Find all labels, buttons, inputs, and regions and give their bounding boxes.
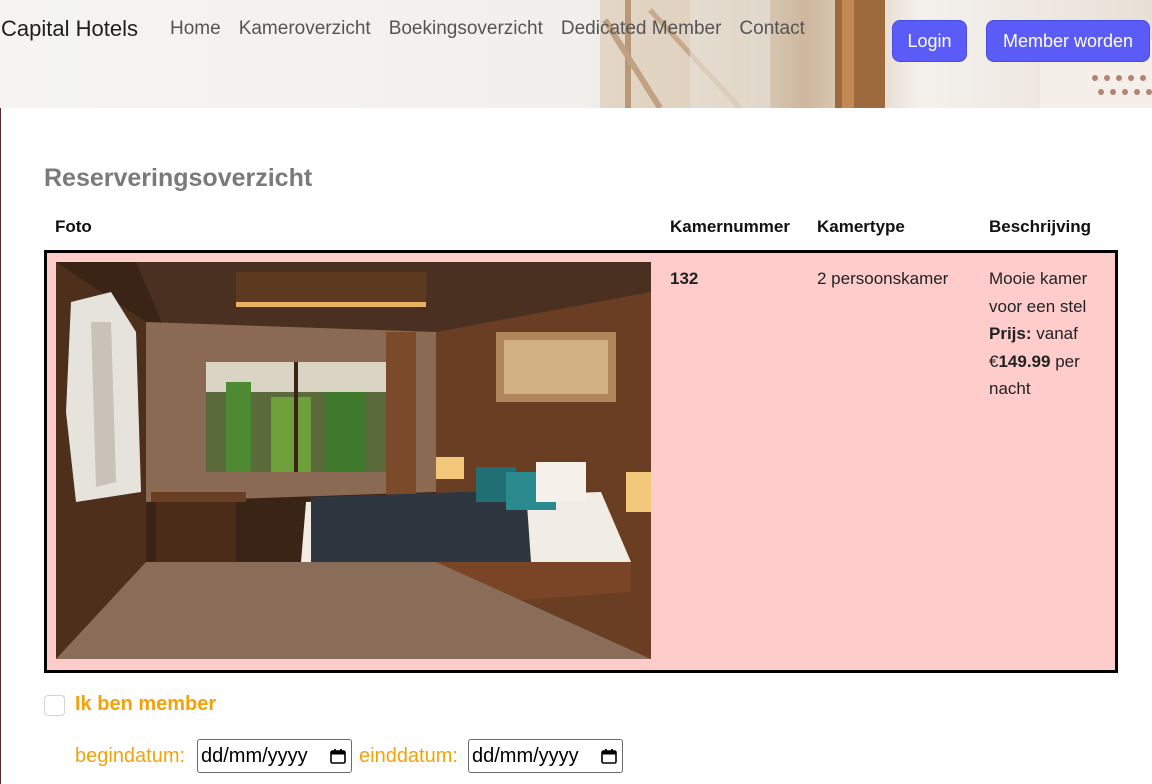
header-beschrijving: Beschrijving [989,217,1092,236]
member-worden-button[interactable]: Member worden [986,20,1150,62]
nav-kameroverzicht[interactable]: Kameroverzicht [239,18,371,40]
nav-boekingsoverzicht[interactable]: Boekingsoverzicht [389,18,543,40]
begindatum-placeholder: dd/mm/yyyy [201,744,308,767]
price-value: 149.99 [998,351,1051,371]
room-description: Mooie kamer voor een stel [989,269,1088,316]
header: Capital Hotels Home Kameroverzicht Boeki… [0,0,1152,108]
room-photo [56,262,651,659]
main-nav: Home Kameroverzicht Boekingsoverzicht De… [170,18,805,40]
login-button[interactable]: Login [892,20,967,62]
nav-home[interactable]: Home [170,18,221,40]
header-foto: Foto [55,217,92,236]
page-title: Reserveringsoverzicht [44,164,313,192]
begindatum-input[interactable]: dd/mm/yyyy [197,739,352,773]
calendar-icon[interactable] [601,748,617,764]
price-label: Prijs: [989,324,1032,343]
member-checkbox[interactable] [44,695,65,716]
brand-logo-text[interactable]: Capital Hotels [1,16,138,42]
room-description-cell: Mooie kamer voor een stel Prijs: vanaf €… [989,265,1107,403]
table-row: 132 2 persoonskamer Mooie kamer voor een… [44,250,1118,673]
einddatum-input[interactable]: dd/mm/yyyy [468,739,623,773]
nav-contact[interactable]: Contact [739,18,804,40]
begindatum-label: begindatum: [75,745,186,767]
room-type: 2 persoonskamer [817,269,949,288]
header-kamernummer: Kamernummer [670,217,790,236]
einddatum-label: einddatum: [359,745,458,767]
header-kamertype: Kamertype [817,217,905,236]
price-from: vanaf [1036,324,1078,343]
member-label[interactable]: Ik ben member [75,693,216,716]
einddatum-placeholder: dd/mm/yyyy [472,744,579,767]
header-background-image [600,0,1152,108]
room-number: 132 [670,269,699,288]
page-left-border [0,0,1,784]
nav-dedicated-member[interactable]: Dedicated Member [561,18,722,40]
calendar-icon[interactable] [330,748,346,764]
